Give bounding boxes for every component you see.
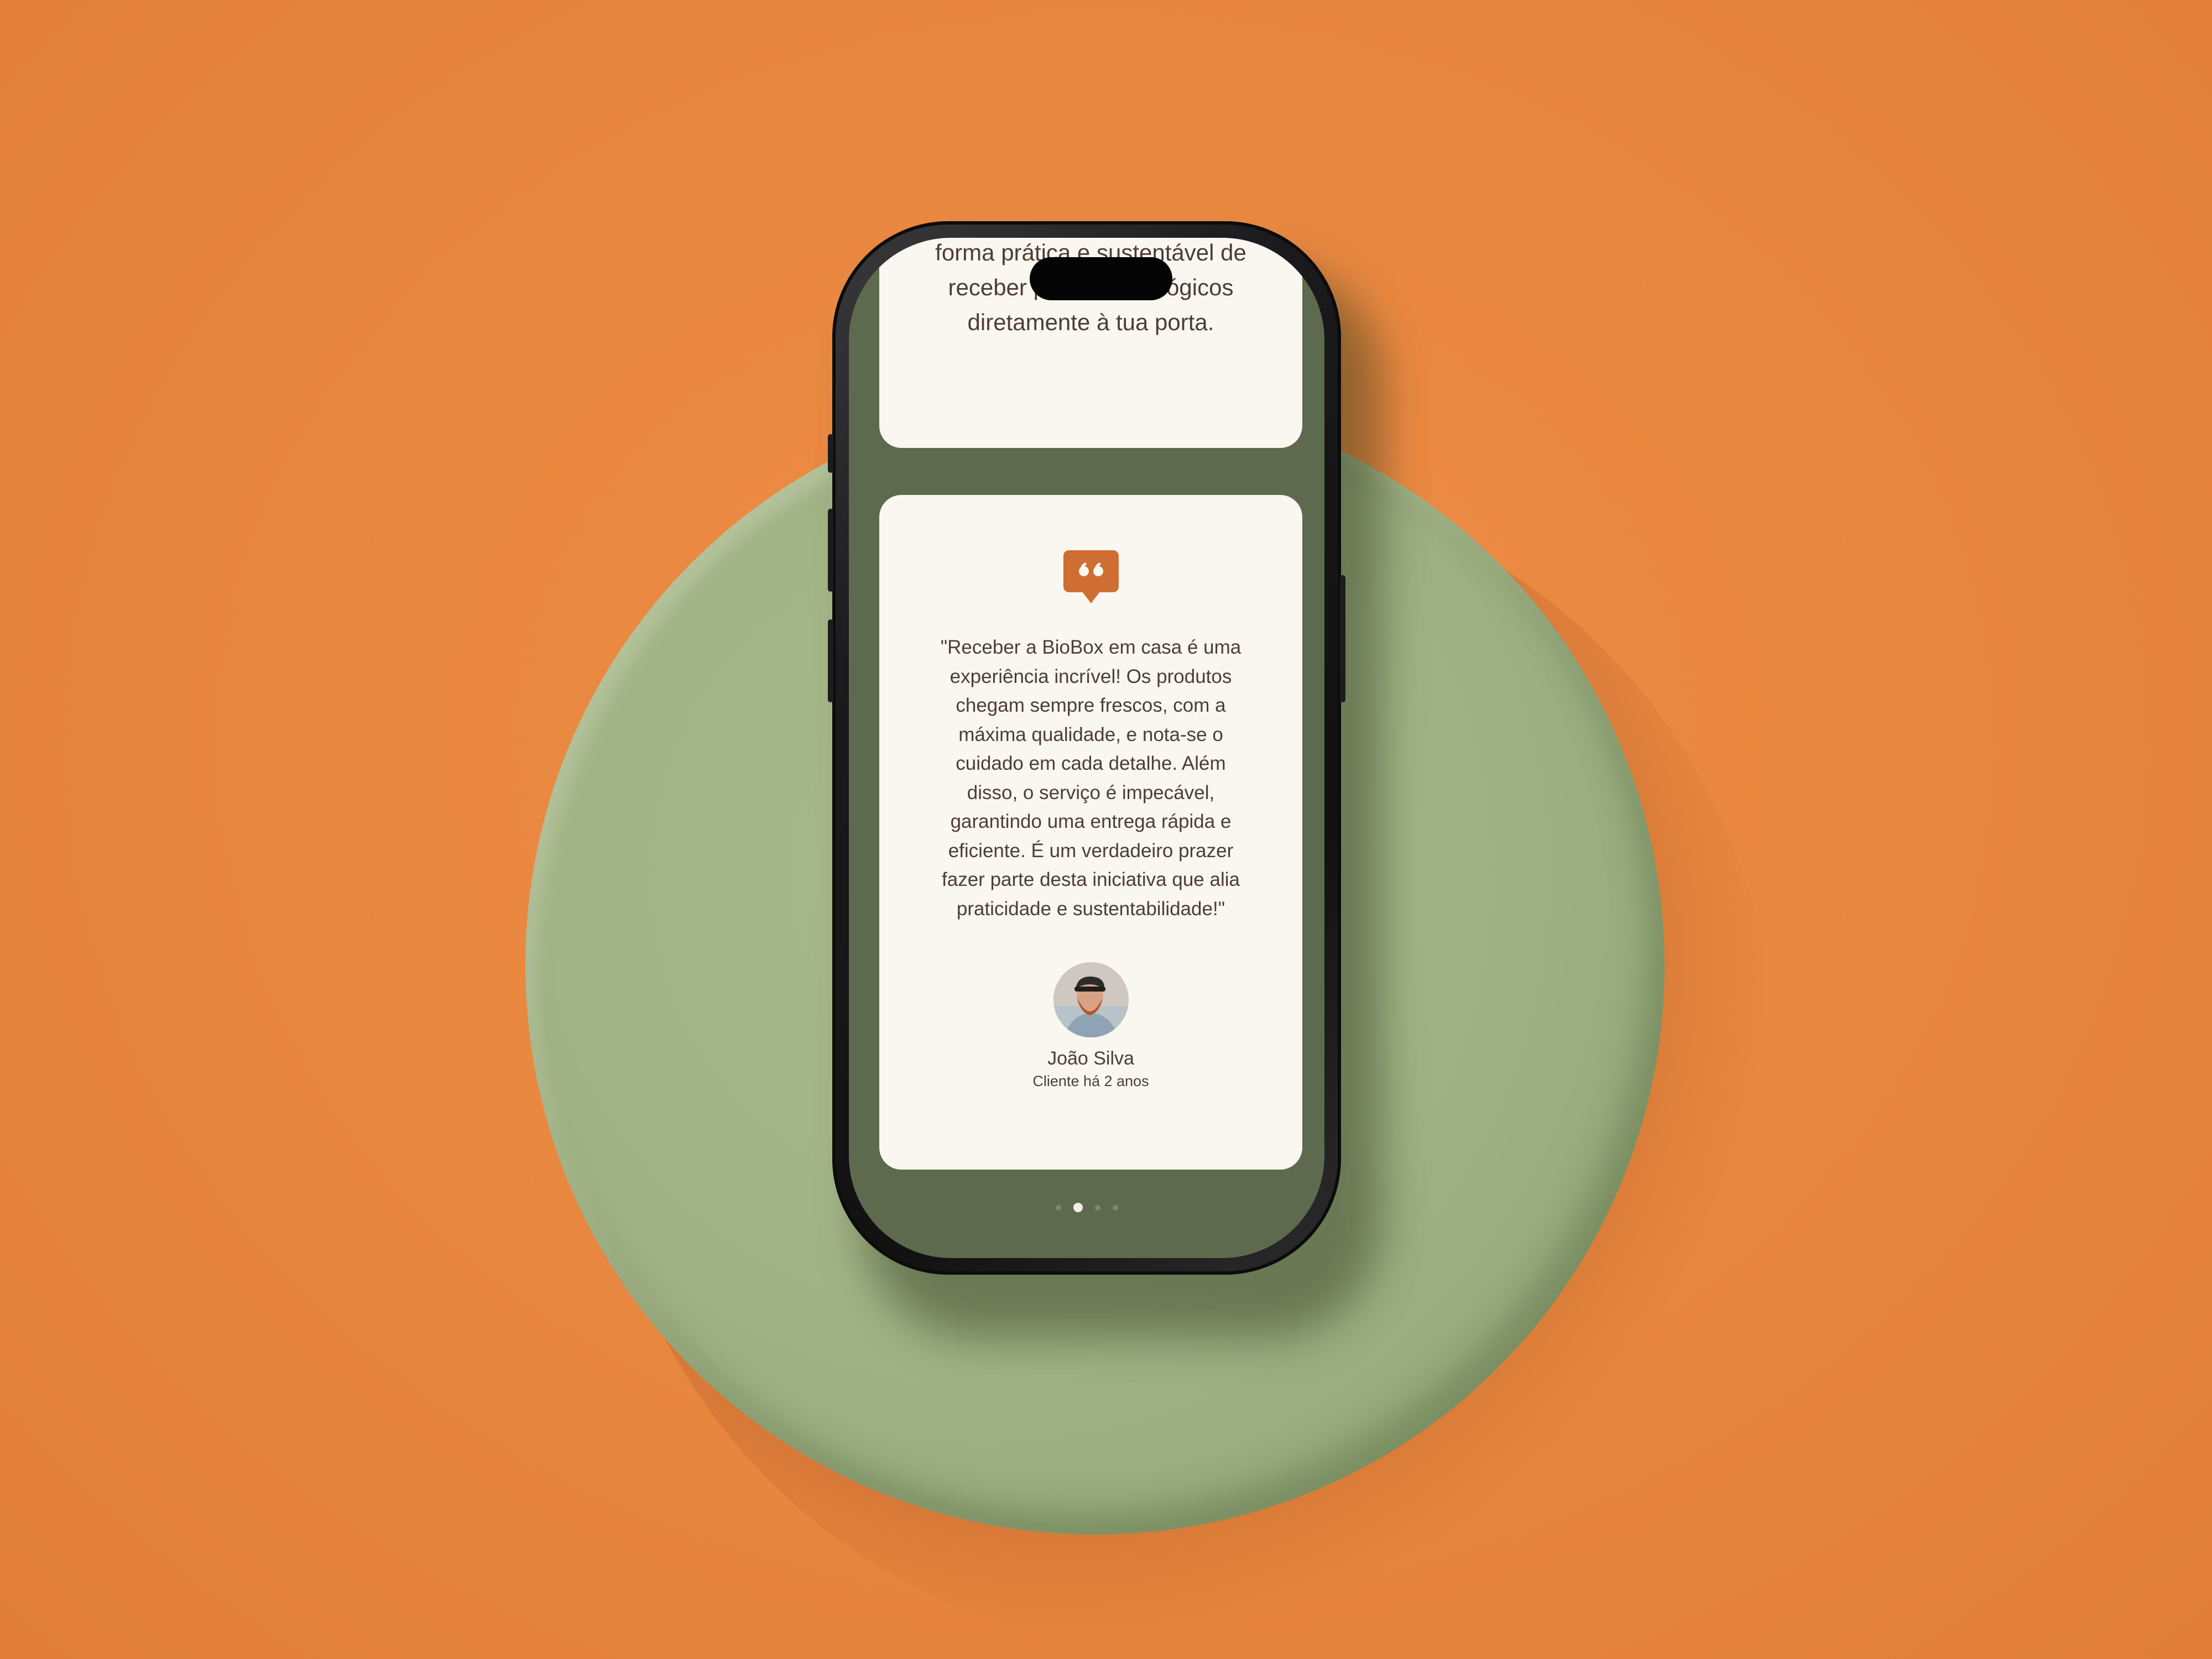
carousel-dot[interactable] bbox=[1094, 1204, 1100, 1211]
action-button bbox=[828, 434, 833, 473]
power-button bbox=[1340, 575, 1345, 702]
phone-screen: forma prática e sustentável de receber p… bbox=[849, 238, 1324, 1258]
volume-up-button bbox=[828, 509, 833, 592]
carousel-dot[interactable] bbox=[1112, 1204, 1118, 1211]
carousel-dot-active[interactable] bbox=[1073, 1203, 1083, 1212]
carousel-pagination bbox=[849, 1203, 1324, 1212]
testimonial-quote: "Receber a BioBox em casa é uma experiên… bbox=[940, 637, 1241, 920]
author-meta: Cliente há 2 anos bbox=[1032, 1073, 1149, 1089]
volume-down-button bbox=[828, 619, 833, 702]
testimonial-card: "Receber a BioBox em casa é uma experiên… bbox=[879, 495, 1302, 1170]
author-avatar bbox=[1053, 962, 1129, 1037]
carousel-dot[interactable] bbox=[1055, 1204, 1061, 1211]
phone-mockup: forma prática e sustentável de receber p… bbox=[828, 221, 1345, 1275]
author-name: João Silva bbox=[1047, 1048, 1134, 1069]
dynamic-island bbox=[1030, 257, 1172, 300]
quote-bubble-icon bbox=[1063, 550, 1119, 606]
